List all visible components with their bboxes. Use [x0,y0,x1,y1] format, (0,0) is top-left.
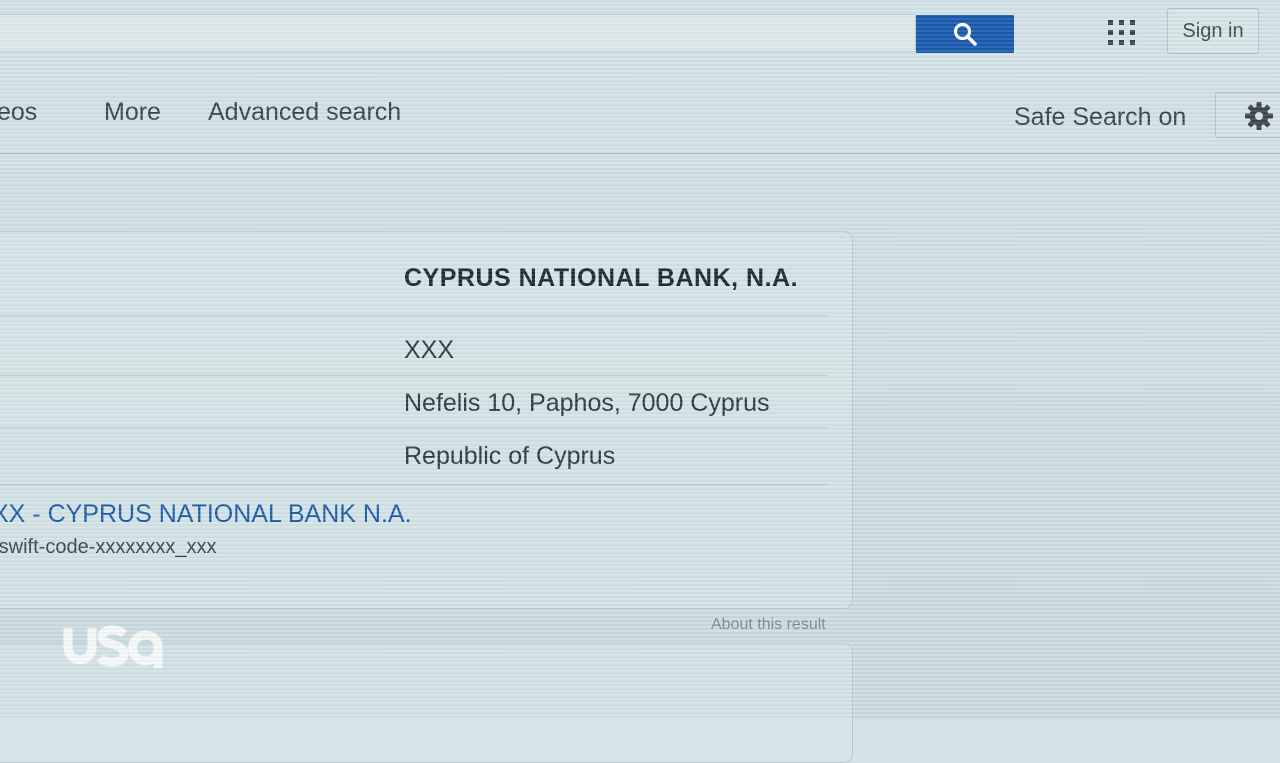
about-this-result-link[interactable]: About this result [711,616,826,634]
row-divider [0,375,828,376]
gear-icon [1245,102,1273,130]
settings-button[interactable] [1215,92,1280,138]
apps-grid-icon[interactable] [1108,18,1136,46]
nav-item-more[interactable]: More [104,98,161,127]
bank-address: Nefelis 10, Paphos, 7000 Cyprus [404,389,770,417]
bank-country: Republic of Cyprus [404,442,616,470]
bank-code: XXX [404,336,455,364]
nav-divider [0,153,1280,154]
search-icon [953,22,977,46]
result-link[interactable]: XX - CYPRUS NATIONAL BANK N.A. [0,500,412,529]
row-divider [0,484,828,485]
nav-item-videos[interactable]: eos [0,98,37,127]
result-url: -swift-code-xxxxxxxx_xxx [0,536,217,558]
row-divider [0,315,828,316]
search-button[interactable] [916,15,1014,53]
nav-item-advanced-search[interactable]: Advanced search [208,98,401,127]
safe-search-status[interactable]: Safe Search on [1014,103,1186,132]
search-input[interactable] [0,14,916,52]
usa-network-logo [63,625,163,668]
row-divider [0,427,828,428]
bank-name: CYPRUS NATIONAL BANK, N.A. [404,264,799,292]
sign-in-button[interactable]: Sign in [1167,8,1259,54]
